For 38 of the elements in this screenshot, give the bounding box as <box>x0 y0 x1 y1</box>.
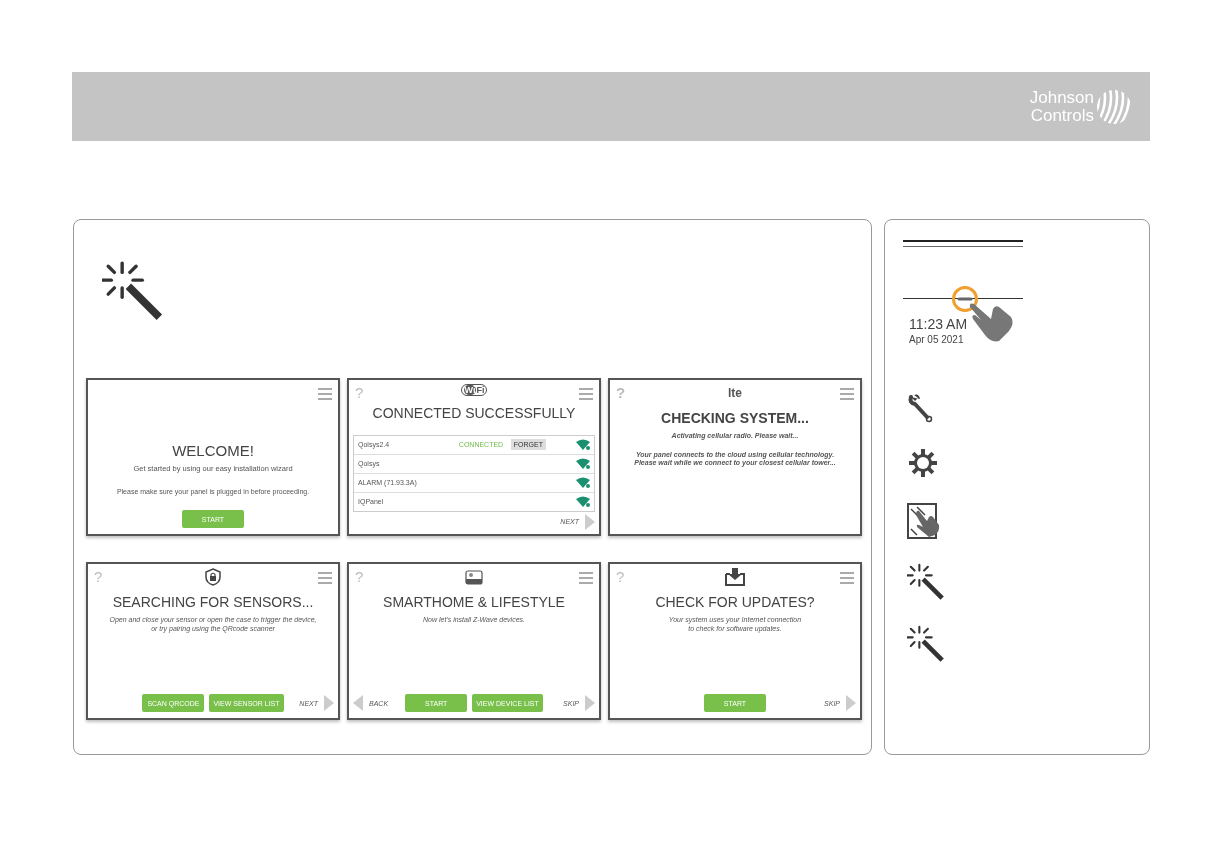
help-icon[interactable]: ? <box>355 568 364 585</box>
back-arrow-icon <box>353 695 363 711</box>
screen-title: CHECKING SYSTEM... <box>660 410 810 426</box>
help-icon[interactable]: ? <box>94 568 103 585</box>
menu-icon[interactable] <box>318 572 332 584</box>
screen-title: WELCOME! <box>171 442 255 459</box>
magic-wand-icon <box>907 625 945 663</box>
settings-icon <box>907 447 939 479</box>
next-arrow-icon <box>324 695 334 711</box>
next-arrow-icon <box>846 695 856 711</box>
menu-icon[interactable] <box>840 388 854 400</box>
screen-title: SMARTHOME & LIFESTYLE <box>382 594 566 610</box>
shield-lock-icon <box>205 568 221 586</box>
wifi-signal-icon <box>576 439 590 451</box>
menu-icon[interactable] <box>840 572 854 584</box>
next-arrow-icon <box>585 513 595 530</box>
clock-date: Apr 05 2021 <box>909 334 965 345</box>
wifi-signal-icon <box>576 477 590 489</box>
magic-wand-icon <box>102 260 164 322</box>
clock-time: 11:23 AM <box>909 316 969 332</box>
help-icon[interactable]: ? <box>616 568 625 585</box>
menu-icon[interactable] <box>579 388 593 400</box>
panel-touch-icon <box>907 503 941 539</box>
help-icon[interactable]: ? <box>355 384 364 401</box>
wifi-signal-icon <box>576 458 590 470</box>
menu-icon[interactable] <box>579 572 593 584</box>
screen-title: SEARCHING FOR SENSORS... <box>111 594 315 610</box>
wifi-signal-icon <box>576 496 590 508</box>
magic-wand-icon <box>907 563 945 601</box>
screen-title: CONNECTED SUCCESSFULLY <box>371 404 577 421</box>
striped-globe-icon <box>1096 88 1132 125</box>
menu-icon[interactable] <box>318 388 332 400</box>
help-icon[interactable]: ? <box>616 384 626 401</box>
lte-logo: lte <box>728 386 742 400</box>
brand-name: Johnson Controls <box>1029 88 1094 125</box>
next-arrow-icon <box>585 695 595 711</box>
download-tray-icon <box>725 568 745 586</box>
screen-title: CHECK FOR UPDATES? <box>654 594 816 610</box>
